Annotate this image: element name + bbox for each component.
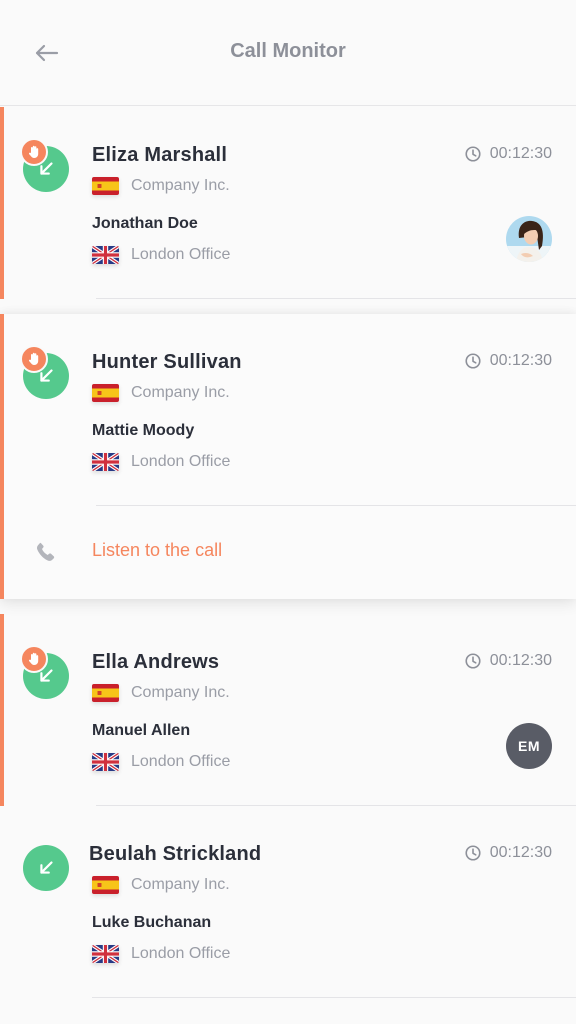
caller-name: Eliza Marshall bbox=[92, 144, 228, 166]
duration-text: 00:12:30 bbox=[489, 145, 552, 162]
raised-hand-icon bbox=[20, 645, 48, 673]
call-duration: 00:12:30 bbox=[464, 352, 552, 370]
duration-text: 00:12:30 bbox=[489, 844, 552, 861]
clock-icon bbox=[464, 652, 482, 670]
raised-hand-icon bbox=[20, 138, 48, 166]
spain-flag-icon bbox=[92, 177, 119, 195]
phone-icon bbox=[36, 542, 55, 561]
agent-name: Luke Buchanan bbox=[92, 914, 212, 931]
page-title: Call Monitor bbox=[230, 40, 346, 62]
call-card-expanded[interactable]: Hunter Sullivan 00:12:30 Company Inc. Ma… bbox=[0, 314, 576, 599]
row-divider bbox=[96, 298, 576, 299]
spain-flag-icon bbox=[92, 876, 119, 894]
app-header: Call Monitor bbox=[0, 0, 576, 106]
agent-name: Jonathan Doe bbox=[92, 215, 198, 232]
row-divider bbox=[92, 997, 576, 998]
office-name: London Office bbox=[131, 453, 231, 470]
agent-name: Mattie Moody bbox=[92, 422, 195, 439]
duration-text: 00:12:30 bbox=[489, 352, 552, 369]
uk-flag-icon bbox=[92, 945, 119, 963]
office-name: London Office bbox=[131, 945, 231, 962]
clock-icon bbox=[464, 145, 482, 163]
office-name: London Office bbox=[131, 753, 231, 770]
agent-initials-avatar[interactable]: EM bbox=[506, 723, 552, 769]
caller-name: Hunter Sullivan bbox=[92, 351, 242, 373]
agent-avatar[interactable] bbox=[506, 216, 552, 262]
uk-flag-icon bbox=[92, 246, 119, 264]
incoming-call-icon bbox=[23, 845, 69, 891]
spain-flag-icon bbox=[92, 684, 119, 702]
caller-name: Beulah Strickland bbox=[89, 843, 262, 865]
office-name: London Office bbox=[131, 246, 231, 263]
call-duration: 00:12:30 bbox=[464, 652, 552, 670]
company-name: Company Inc. bbox=[131, 876, 230, 893]
company-name: Company Inc. bbox=[131, 177, 230, 194]
call-duration: 00:12:30 bbox=[464, 145, 552, 163]
caller-name: Ella Andrews bbox=[92, 651, 220, 673]
uk-flag-icon bbox=[92, 453, 119, 471]
call-card[interactable]: Ella Andrews 00:12:30 Company Inc. Manue… bbox=[0, 614, 576, 806]
spain-flag-icon bbox=[92, 384, 119, 402]
listen-call-label: Listen to the call bbox=[92, 540, 223, 560]
clock-icon bbox=[464, 352, 482, 370]
call-duration: 00:12:30 bbox=[464, 844, 552, 862]
raised-hand-icon bbox=[20, 345, 48, 373]
listen-call-button[interactable]: Listen to the call bbox=[4, 506, 576, 598]
agent-name: Manuel Allen bbox=[92, 722, 191, 739]
call-card[interactable]: Eliza Marshall 00:12:30 Company Inc. Jon… bbox=[0, 107, 576, 299]
company-name: Company Inc. bbox=[131, 384, 230, 401]
uk-flag-icon bbox=[92, 753, 119, 771]
duration-text: 00:12:30 bbox=[489, 652, 552, 669]
clock-icon bbox=[464, 844, 482, 862]
call-card[interactable]: Beulah Strickland 00:12:30 Company Inc. … bbox=[0, 806, 576, 998]
company-name: Company Inc. bbox=[131, 684, 230, 701]
